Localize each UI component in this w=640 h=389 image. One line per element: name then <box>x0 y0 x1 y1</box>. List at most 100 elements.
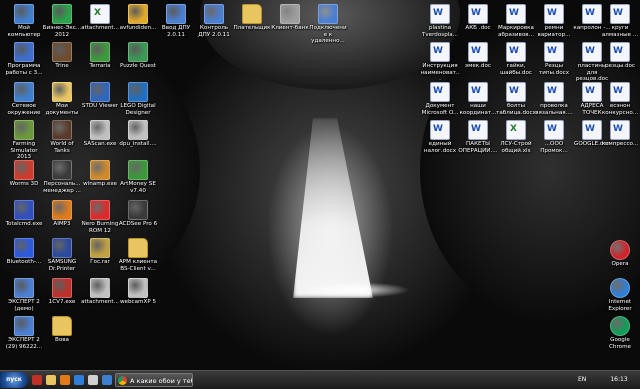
left-icon-item[interactable]: Worms 3D <box>4 160 44 188</box>
left-icon-item[interactable]: dpu_install.... <box>118 120 158 148</box>
desktop-icon-label: Internet Explorer <box>608 299 632 312</box>
quicklaunch-opera-icon[interactable] <box>32 375 42 385</box>
right-icon-item[interactable]: Инструкция наименоват... <box>420 42 460 83</box>
desktop-icon-label: Документ Microsoft O... <box>421 103 459 116</box>
left-icon-item[interactable]: attachment... <box>80 278 120 306</box>
left-icon-item[interactable]: Биэнес-Экс... 2012 <box>42 4 82 38</box>
light-floor-glow <box>300 282 410 298</box>
left-icon-item[interactable]: Nero Burning ROM 12 <box>80 200 120 234</box>
right-icon-item[interactable]: Opera <box>600 240 640 268</box>
left-icon-item[interactable]: Вова <box>42 316 82 344</box>
left-icon-item[interactable]: STDU Viewer <box>80 82 120 110</box>
right-icon-item[interactable]: компрессо... <box>600 120 640 148</box>
language-indicator[interactable]: EN <box>578 376 586 383</box>
right-icon-item[interactable]: проволка вязальная.... <box>534 82 574 116</box>
left-icon-item[interactable]: Ввод ДПУ 2.0.11 <box>156 4 196 38</box>
right-icon-item[interactable]: plastina Tverdosplа... <box>420 4 460 38</box>
application-icon <box>52 200 72 220</box>
left-icon-item[interactable]: Puzzle Quest <box>118 42 158 70</box>
left-icon-item[interactable]: Клиент-банк <box>270 4 310 32</box>
right-icon-item[interactable]: гайки, шайбы.doc <box>496 42 536 76</box>
quicklaunch-aimp-icon[interactable] <box>60 375 70 385</box>
application-icon <box>52 4 72 24</box>
right-icon-item[interactable]: Маркировка абразивов... <box>496 4 536 38</box>
left-icon-item[interactable]: АРМ клиента BS-Client v... <box>118 238 158 272</box>
application-icon <box>128 200 148 220</box>
left-icon-item[interactable]: Программа работы с 3... <box>4 42 44 76</box>
application-icon <box>166 4 186 24</box>
right-icon-item[interactable]: Документ Microsoft O... <box>420 82 460 116</box>
excel-document-icon <box>506 120 526 140</box>
quicklaunch-folder-icon[interactable] <box>46 375 56 385</box>
left-icon-item[interactable]: Terraria <box>80 42 120 70</box>
left-icon-item[interactable]: SAScan.exe <box>80 120 120 148</box>
left-icon-item[interactable]: Мой компьютер <box>4 4 44 38</box>
excel-document-icon <box>90 4 110 24</box>
right-icon-item[interactable]: резцы.doc <box>600 42 640 70</box>
right-icon-item[interactable]: Google Chrome <box>600 316 640 350</box>
desktop-icon-label: Puzzle Quest <box>120 63 156 69</box>
quicklaunch-ie-icon[interactable] <box>74 375 84 385</box>
left-icon-item[interactable]: Плательщик <box>232 4 272 32</box>
quicklaunch-desktop-icon[interactable] <box>88 375 98 385</box>
left-icon-item[interactable]: ACDSee Pro 6 <box>118 200 158 228</box>
left-icon-item[interactable]: Контроль ДПУ 2.0.11 <box>194 4 234 38</box>
left-icon-item[interactable]: ArtMoney SE v7.40 <box>118 160 158 194</box>
left-icon-item[interactable]: LEGO Digital Designer <box>118 82 158 116</box>
system-clock[interactable]: 16:13 <box>600 374 638 386</box>
desktop-icon-label: STDU Viewer <box>81 103 119 109</box>
desktop-icon-label: Персональ... менеджер ... <box>43 181 81 194</box>
left-icon-item[interactable]: Totalcmd.exe <box>4 200 44 228</box>
right-icon-item[interactable]: ПАКЕТЫ ОПЕРАЦИИ.... <box>458 120 498 154</box>
left-icon-item[interactable]: Trine <box>42 42 82 70</box>
right-icon-item[interactable]: есэнон конкурсно... <box>600 82 640 116</box>
taskbar-task-chrome[interactable]: А какие обои у тебя ... <box>115 373 193 387</box>
right-icon-item[interactable]: эмек.doc <box>458 42 498 70</box>
right-icon-item[interactable]: ремни вариатор... <box>534 4 574 38</box>
left-icon-item[interactable]: Farming Simulator 2013 <box>4 120 44 161</box>
left-icon-item[interactable]: Гос.rar <box>80 238 120 266</box>
left-icon-item[interactable]: World of Tanks <box>42 120 82 154</box>
application-icon <box>14 160 34 180</box>
right-icon-item[interactable]: наши координат... <box>458 82 498 116</box>
start-button[interactable]: пуск <box>0 372 28 388</box>
left-icon-item[interactable]: Сетевое окружение <box>4 82 44 116</box>
folder-icon <box>242 4 262 24</box>
application-icon <box>90 160 110 180</box>
chrome-icon <box>118 376 127 385</box>
application-icon <box>52 120 72 140</box>
word-document-icon <box>468 120 488 140</box>
right-icon-item[interactable]: Internet Explorer <box>600 278 640 312</box>
left-icon-item[interactable]: winamp.exe <box>80 160 120 188</box>
right-icon-item[interactable]: ...ООО Промок... <box>534 120 574 154</box>
left-icon-item[interactable]: Bluetooth-... <box>4 238 44 266</box>
right-icon-item[interactable]: круги алмазные ... <box>600 4 640 38</box>
right-icon-item[interactable]: единый налог.docx <box>420 120 460 154</box>
desktop-icon-label: Контроль ДПУ 2.0.11 <box>198 25 230 38</box>
right-icon-item[interactable]: ЛСУ-Строй общий.xls <box>496 120 536 154</box>
right-icon-item[interactable]: Резцы типы.docx <box>534 42 574 76</box>
right-icon-item[interactable]: болты таблица.docx <box>496 82 536 116</box>
desktop-icon-label: есэнон конкурсно... <box>601 103 639 116</box>
left-icon-item[interactable]: Мои документы <box>42 82 82 116</box>
desktop-icon-label: ArtMoney SE v7.40 <box>120 181 156 194</box>
left-icon-item[interactable]: webcamXP 5 <box>118 278 158 306</box>
left-icon-item[interactable]: 1CV7.exe <box>42 278 82 306</box>
left-icon-item[interactable]: SAMSUNG Dr.Printer <box>42 238 82 272</box>
word-document-icon <box>610 4 630 24</box>
left-icon-item[interactable]: AIMP3 <box>42 200 82 228</box>
left-icon-item[interactable]: ЭКСПЕРТ 2 (демо) <box>4 278 44 312</box>
folder-icon <box>52 316 72 336</box>
quicklaunch-explorer-icon[interactable] <box>102 375 112 385</box>
desktop-icon-label: Клиент-банк <box>271 25 309 31</box>
left-icon-item[interactable]: Персональ... менеджер ... <box>42 160 82 194</box>
application-icon <box>14 82 34 102</box>
desktop-icon-label: Ввод ДПУ 2.0.11 <box>161 25 191 38</box>
left-icon-item[interactable]: Подключение к удаленно... <box>308 4 348 45</box>
application-icon <box>14 238 34 258</box>
left-icon-item[interactable]: avfundiden... <box>118 4 158 32</box>
left-icon-item[interactable]: attachment... <box>80 4 120 32</box>
application-icon <box>14 316 34 336</box>
left-icon-item[interactable]: ЭКСПЕРТ 2 (29) 96222... <box>4 316 44 350</box>
right-icon-item[interactable]: АКБ .doc <box>458 4 498 32</box>
